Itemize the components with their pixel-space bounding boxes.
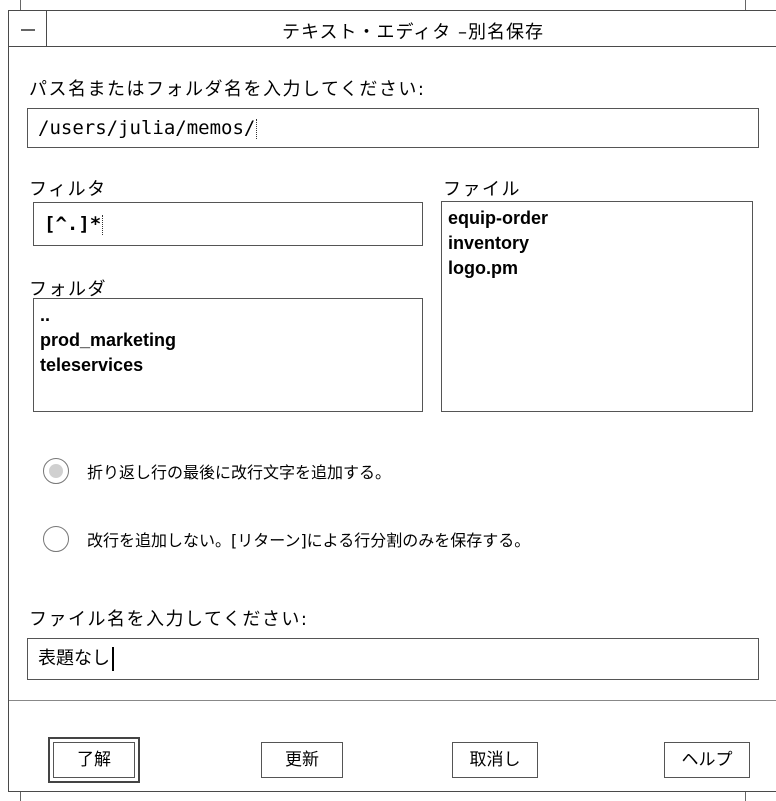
path-input-value: /users/julia/memos/ bbox=[38, 117, 256, 139]
window-menu-icon bbox=[21, 29, 35, 31]
filter-input[interactable]: [^.]* bbox=[33, 202, 423, 246]
frame-corner-tick bbox=[20, 792, 21, 801]
window-title: テキスト・エディタ –別名保存 bbox=[282, 22, 544, 43]
option-no-newline[interactable]: 改行を追加しない。[リターン]による行分割のみを保存する。 bbox=[43, 524, 530, 554]
file-item[interactable]: logo.pm bbox=[448, 256, 752, 281]
folder-list[interactable]: .. prod_marketing teleservices bbox=[33, 298, 423, 412]
filename-input-value: 表題なし bbox=[38, 648, 110, 669]
folder-item[interactable]: prod_marketing bbox=[40, 328, 422, 353]
filter-input-value: [^.]* bbox=[44, 213, 102, 235]
frame-corner-tick bbox=[20, 0, 21, 10]
option-no-newline-label: 改行を追加しない。[リターン]による行分割のみを保存する。 bbox=[87, 531, 531, 550]
folder-item[interactable]: .. bbox=[40, 303, 422, 328]
filter-label: フィルタ bbox=[29, 179, 107, 200]
text-caret bbox=[256, 118, 259, 139]
path-label: パス名またはフォルダ名を入力してください: bbox=[29, 79, 426, 100]
option-add-newline-label: 折り返し行の最後に改行文字を追加する。 bbox=[87, 463, 392, 482]
path-input[interactable]: /users/julia/memos/ bbox=[27, 108, 759, 148]
frame-corner-tick bbox=[745, 0, 746, 10]
window-menu-button[interactable] bbox=[9, 11, 47, 46]
files-label: ファイル bbox=[443, 179, 521, 200]
radio-button-selected[interactable] bbox=[43, 458, 69, 484]
text-cursor-icon bbox=[112, 647, 114, 671]
save-as-dialog: テキスト・エディタ –別名保存 パス名またはフォルダ名を入力してください: /u… bbox=[8, 10, 776, 792]
file-item[interactable]: equip-order bbox=[448, 206, 752, 231]
radio-button[interactable] bbox=[43, 526, 69, 552]
file-item[interactable]: inventory bbox=[448, 231, 752, 256]
option-add-newline[interactable]: 折り返し行の最後に改行文字を追加する。 bbox=[43, 456, 391, 486]
filename-input[interactable]: 表題なし bbox=[27, 638, 759, 680]
update-button[interactable]: 更新 bbox=[261, 742, 343, 778]
help-button[interactable]: ヘルプ bbox=[664, 742, 750, 778]
file-list[interactable]: equip-order inventory logo.pm bbox=[441, 201, 753, 412]
cancel-button[interactable]: 取消し bbox=[452, 742, 538, 778]
folder-item[interactable]: teleservices bbox=[40, 353, 422, 378]
filename-label: ファイル名を入力してください: bbox=[29, 609, 309, 630]
text-caret bbox=[102, 214, 105, 235]
title-bar: テキスト・エディタ –別名保存 bbox=[9, 11, 776, 47]
ok-button[interactable]: 了解 bbox=[48, 737, 140, 783]
frame-corner-tick bbox=[745, 792, 746, 801]
button-separator bbox=[9, 700, 776, 701]
